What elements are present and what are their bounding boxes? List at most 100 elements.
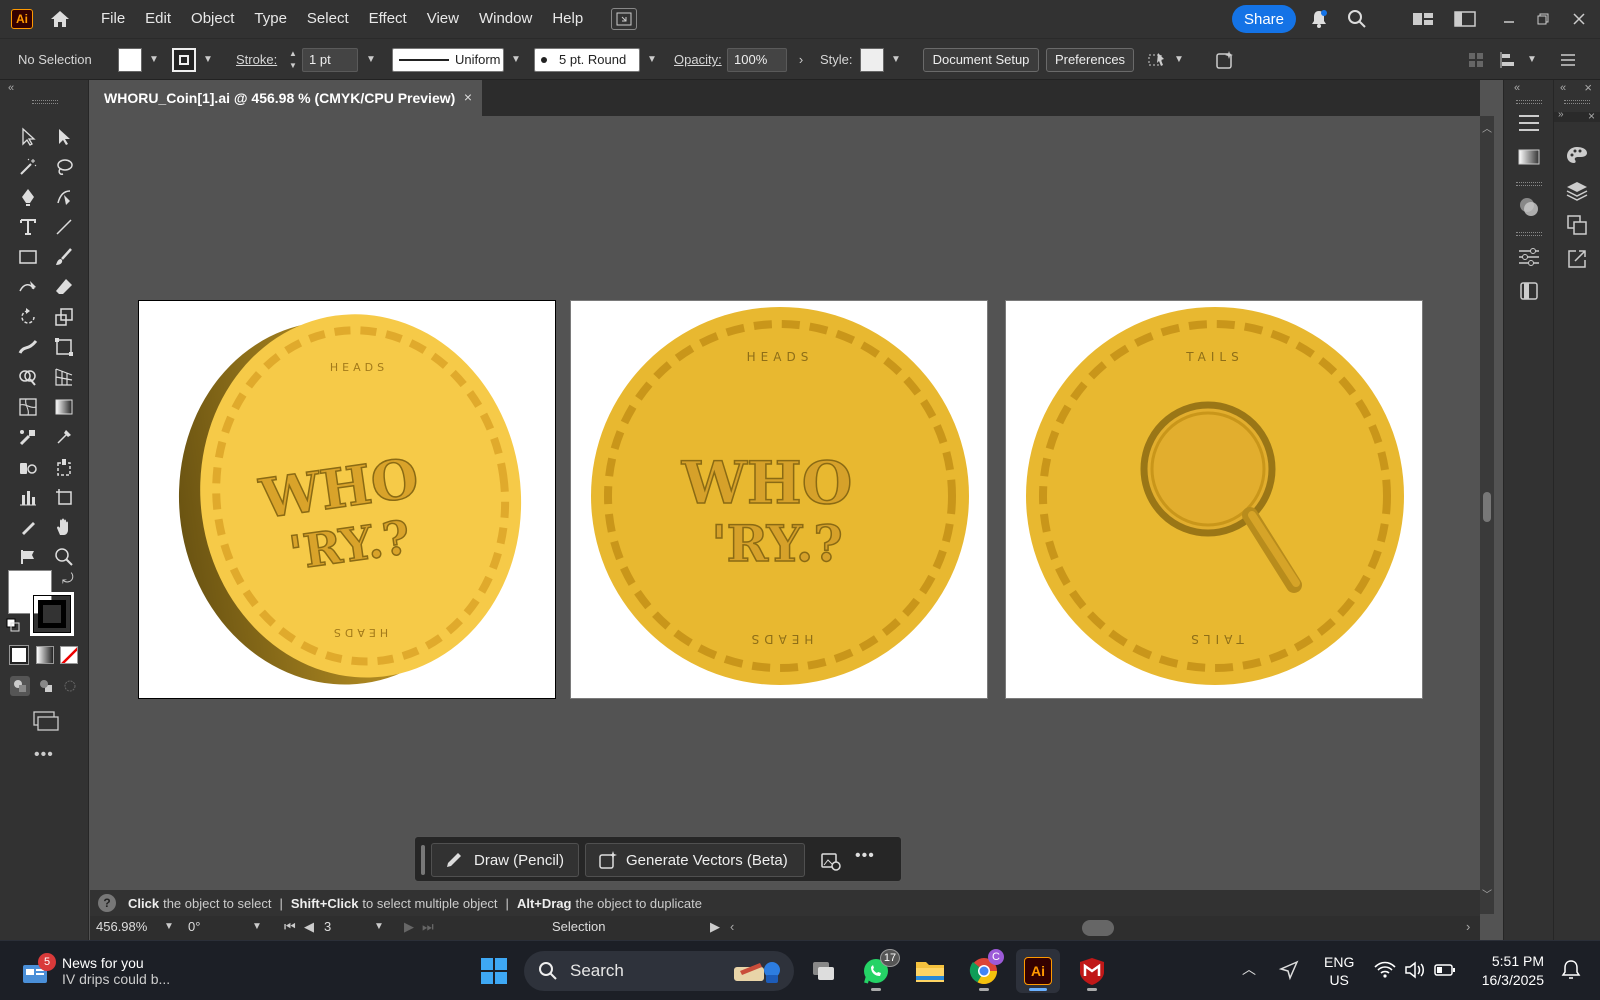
previous-artboard-icon[interactable]: ◀: [304, 919, 314, 935]
menu-window[interactable]: Window: [469, 0, 542, 38]
stroke-swatch[interactable]: [172, 48, 196, 72]
close-document-icon[interactable]: ×: [464, 89, 472, 105]
gradient-tool-icon[interactable]: [46, 392, 82, 422]
puppet-warp-icon[interactable]: [1146, 48, 1170, 72]
draw-pencil-button[interactable]: Draw (Pencil): [431, 843, 579, 877]
properties-panel-icon[interactable]: [1516, 110, 1542, 136]
artboard-tool-icon[interactable]: [46, 482, 82, 512]
menu-edit[interactable]: Edit: [135, 0, 181, 38]
search-icon[interactable]: [1344, 6, 1370, 32]
menu-object[interactable]: Object: [181, 0, 244, 38]
blend-tool-icon[interactable]: [10, 422, 46, 452]
artboard-2[interactable]: HEADS HEADS WHO 'RY.?: [570, 300, 988, 699]
expand-panels-icon[interactable]: «: [1514, 82, 1520, 94]
first-artboard-icon[interactable]: ⏮: [284, 919, 296, 935]
opacity-input[interactable]: 100%: [727, 48, 787, 72]
width-tool-icon[interactable]: [10, 332, 46, 362]
shape-builder-tool-icon[interactable]: [10, 362, 46, 392]
scroll-left-icon[interactable]: ‹: [730, 919, 734, 934]
libraries-panel-icon[interactable]: [1516, 278, 1542, 304]
curvature-tool-icon[interactable]: [46, 182, 82, 212]
chrome-icon[interactable]: C: [962, 949, 1006, 993]
panel-grip[interactable]: [1516, 100, 1542, 104]
panel-grip[interactable]: [1516, 182, 1542, 186]
panel-grip[interactable]: [1516, 232, 1542, 236]
graphic-style-swatch[interactable]: [860, 48, 884, 72]
column-graph-tool-icon[interactable]: [10, 482, 46, 512]
close-panel-icon[interactable]: ×: [1584, 80, 1592, 95]
status-menu-icon[interactable]: ▶: [710, 919, 720, 935]
opacity-expand-chevron-icon[interactable]: ›: [794, 48, 808, 72]
scroll-up-icon[interactable]: ︿: [1482, 120, 1492, 135]
close-panel-icon[interactable]: ×: [1588, 109, 1595, 123]
symbol-sprayer-tool-icon[interactable]: [10, 452, 46, 482]
artboard-chevron-icon[interactable]: ▼: [374, 921, 384, 932]
preferences-button[interactable]: Preferences: [1046, 48, 1134, 72]
wifi-icon[interactable]: [1374, 961, 1396, 982]
mcafee-icon[interactable]: [1070, 949, 1114, 993]
paintbrush-tool-icon[interactable]: [46, 242, 82, 272]
direct-selection-tool-icon[interactable]: [46, 122, 82, 152]
align-grid-icon[interactable]: [1468, 48, 1488, 72]
menu-effect[interactable]: Effect: [359, 0, 417, 38]
menu-help[interactable]: Help: [542, 0, 593, 38]
canvas-vertical-scrollbar[interactable]: ︿ ﹀: [1480, 116, 1494, 914]
edit-toolbar-more-icon[interactable]: •••: [34, 746, 54, 764]
rectangle-tool-icon[interactable]: [10, 242, 46, 272]
perspective-grid-tool-icon[interactable]: [46, 362, 82, 392]
fill-swatch[interactable]: [118, 48, 142, 72]
type-tool-icon[interactable]: [10, 212, 46, 242]
document-setup-button[interactable]: Document Setup: [923, 48, 1039, 72]
expand-panels-icon[interactable]: »: [1558, 109, 1564, 120]
distribute-chevron-icon[interactable]: ▼: [1525, 48, 1539, 72]
task-view-icon[interactable]: [802, 949, 846, 993]
document-tab[interactable]: WHORU_Coin[1].ai @ 456.98 % (CMYK/CPU Pr…: [90, 80, 482, 116]
windows-start-icon[interactable]: [472, 949, 516, 993]
whatsapp-icon[interactable]: 17: [854, 949, 900, 993]
stroke-dropdown-chevron-icon[interactable]: ▼: [201, 48, 215, 72]
coin-3d-heads[interactable]: HEADS HEADS WHO 'RY.?: [139, 301, 557, 700]
artboard-1[interactable]: HEADS HEADS WHO 'RY.?: [138, 300, 556, 699]
zoom-level-input[interactable]: 456.98%: [96, 919, 147, 934]
magic-wand-tool-icon[interactable]: [10, 152, 46, 182]
artboard-3[interactable]: TAILS TAILS: [1005, 300, 1423, 699]
restore-icon[interactable]: [1530, 6, 1556, 32]
scroll-right-icon[interactable]: ›: [1466, 919, 1470, 934]
default-fill-stroke-icon[interactable]: [6, 618, 20, 632]
style-chevron-icon[interactable]: ▼: [889, 48, 903, 72]
rotate-tool-icon[interactable]: [10, 302, 46, 332]
gradient-panel-icon[interactable]: [1516, 144, 1542, 170]
coin-flat-tails[interactable]: TAILS TAILS: [1006, 301, 1424, 700]
zoom-tool-icon[interactable]: [46, 542, 82, 572]
more-options-icon[interactable]: •••: [855, 847, 875, 865]
draw-normal-icon[interactable]: [10, 676, 30, 696]
stroke-stepper-icon[interactable]: ▲ ▼: [286, 48, 300, 72]
share-button[interactable]: Share: [1232, 5, 1296, 33]
coin-flat-heads[interactable]: HEADS HEADS WHO 'RY.?: [571, 301, 989, 700]
color-mode-icon[interactable]: [9, 645, 29, 665]
vertical-scroll-thumb[interactable]: [1483, 492, 1491, 522]
fill-dropdown-chevron-icon[interactable]: ▼: [147, 48, 161, 72]
illustrator-taskbar-icon[interactable]: Ai: [1016, 949, 1060, 993]
horizontal-scroll-thumb[interactable]: [1082, 920, 1114, 936]
properties-sliders-icon[interactable]: [1516, 244, 1542, 270]
last-artboard-icon[interactable]: ⏭: [422, 919, 434, 935]
panel-grip[interactable]: [32, 100, 58, 104]
draw-behind-icon[interactable]: [36, 676, 56, 696]
expand-panels-icon[interactable]: «: [1560, 82, 1566, 94]
free-transform-tool-icon[interactable]: [46, 332, 82, 362]
image-settings-icon[interactable]: [819, 849, 843, 873]
menu-view[interactable]: View: [417, 0, 469, 38]
stroke-label[interactable]: Stroke:: [236, 48, 277, 72]
transparency-panel-icon[interactable]: [1516, 194, 1542, 220]
help-icon[interactable]: ?: [98, 894, 116, 912]
location-arrow-icon[interactable]: [1278, 959, 1300, 984]
panel-grip[interactable]: [1564, 100, 1590, 104]
home-icon[interactable]: [47, 6, 73, 32]
print-tiling-tool-icon[interactable]: [10, 542, 46, 572]
shaper-tool-icon[interactable]: [10, 272, 46, 302]
menu-file[interactable]: File: [91, 0, 135, 38]
eraser-tool-icon[interactable]: [46, 272, 82, 302]
brush-definition-select[interactable]: 5 pt. Round: [534, 48, 640, 72]
none-mode-icon[interactable]: [60, 646, 78, 664]
